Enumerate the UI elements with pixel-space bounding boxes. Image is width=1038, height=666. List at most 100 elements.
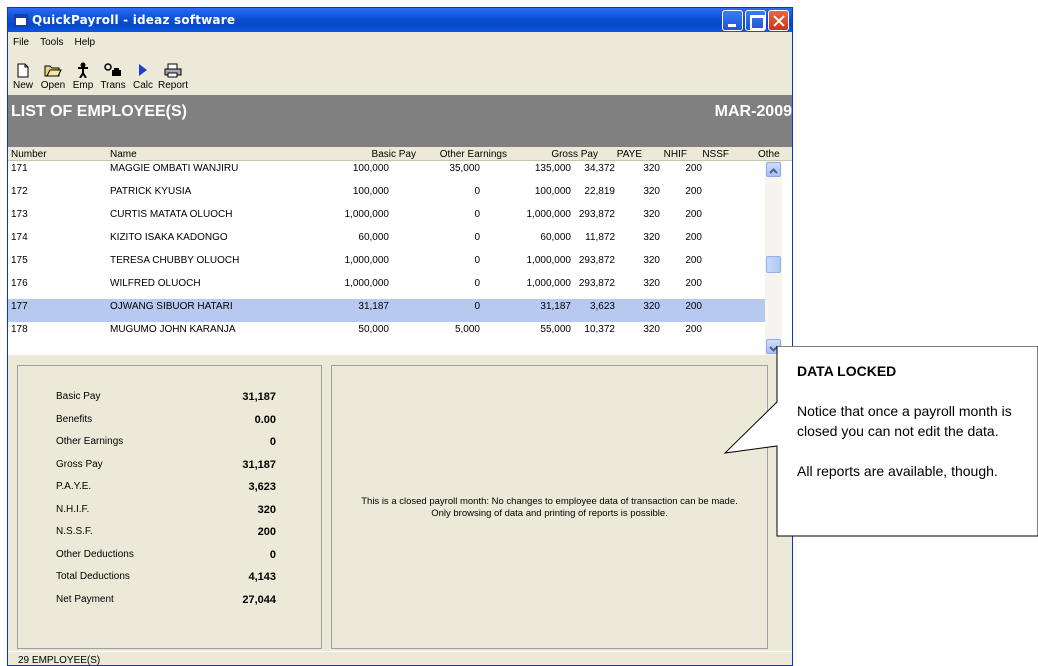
close-button[interactable] bbox=[768, 10, 789, 31]
col-other-earnings[interactable]: Other Earnings bbox=[440, 149, 507, 160]
cell-basic-pay: 31,187 bbox=[358, 301, 389, 312]
summary-label: Basic Pay bbox=[56, 391, 101, 402]
table-row[interactable]: 173 CURTIS MATATA OLUOCH 1,000,000 0 1,000,0… bbox=[8, 207, 765, 230]
cell-name: CURTIS MATATA OLUOCH bbox=[110, 209, 233, 220]
menu-help[interactable]: Help bbox=[69, 37, 101, 48]
transactions-icon bbox=[104, 62, 122, 78]
cell-nssf: 200 bbox=[685, 278, 702, 289]
cell-name: OJWANG SIBUOR HATARI bbox=[110, 301, 233, 312]
cell-number: 174 bbox=[11, 232, 28, 243]
menu-tools[interactable]: Tools bbox=[35, 37, 69, 48]
cell-nhif: 320 bbox=[643, 209, 660, 220]
table-row[interactable]: 174 KIZITO ISAKA KADONGO 60,000 0 60,000 11,8… bbox=[8, 230, 765, 253]
open-button[interactable]: Open bbox=[38, 51, 68, 91]
col-number[interactable]: Number bbox=[11, 149, 47, 160]
scroll-up-button[interactable] bbox=[766, 162, 781, 177]
open-label: Open bbox=[40, 80, 66, 91]
cell-gross-pay: 1,000,000 bbox=[526, 255, 572, 266]
summary-row: Basic Pay 31,187 bbox=[56, 391, 276, 405]
col-paye[interactable]: PAYE bbox=[617, 149, 642, 160]
cell-paye: 293,872 bbox=[578, 278, 615, 289]
employee-grid[interactable]: Number Name Basic Pay Other Earnings Gro… bbox=[8, 147, 792, 355]
cell-basic-pay: 50,000 bbox=[358, 324, 389, 335]
cell-basic-pay: 1,000,000 bbox=[344, 255, 390, 266]
cell-basic-pay: 1,000,000 bbox=[344, 209, 390, 220]
cell-number: 177 bbox=[11, 301, 28, 312]
cell-paye: 10,372 bbox=[584, 324, 615, 335]
cell-name: MAGGIE OMBATI WANJIRU bbox=[110, 163, 239, 174]
cell-name: PATRICK KYUSIA bbox=[110, 186, 192, 197]
summary-row: P.A.Y.E. 3,623 bbox=[56, 481, 276, 495]
period-label: MAR-2009 bbox=[714, 103, 792, 120]
cell-nhif: 320 bbox=[643, 324, 660, 335]
col-other[interactable]: Othe bbox=[758, 149, 780, 160]
cell-basic-pay: 100,000 bbox=[352, 186, 389, 197]
calc-button[interactable]: Calc bbox=[128, 51, 158, 91]
summary-label: Total Deductions bbox=[56, 571, 130, 582]
summary-value: 200 bbox=[257, 526, 276, 538]
cell-nssf: 200 bbox=[685, 163, 702, 174]
summary-label: N.S.S.F. bbox=[56, 526, 93, 537]
title-bar[interactable]: QuickPayroll - ideaz software bbox=[8, 8, 792, 32]
minimize-button[interactable] bbox=[722, 10, 743, 31]
report-label: Report bbox=[158, 80, 189, 91]
vertical-scrollbar[interactable] bbox=[765, 161, 782, 355]
callout-paragraph-1: Notice that once a payroll month is clos… bbox=[797, 403, 1012, 439]
summary-value: 31,187 bbox=[242, 391, 276, 403]
summary-value: 27,044 bbox=[242, 593, 276, 606]
summary-label: Net Payment bbox=[56, 593, 114, 605]
summary-row: Gross Pay 31,187 bbox=[56, 459, 276, 473]
cell-nssf: 200 bbox=[685, 186, 702, 197]
table-row[interactable]: 175 TERESA CHUBBY OLUOCH 1,000,000 0 1,000,0… bbox=[8, 253, 765, 276]
cell-other-earnings: 35,000 bbox=[449, 163, 480, 174]
cell-name: MUGUMO JOHN KARANJA bbox=[110, 324, 236, 335]
cell-paye: 34,372 bbox=[584, 163, 615, 174]
col-gross-pay[interactable]: Gross Pay bbox=[551, 149, 598, 160]
cell-nssf: 200 bbox=[685, 324, 702, 335]
closed-month-message-line1: This is a closed payroll month: No chang… bbox=[361, 496, 738, 507]
summary-value: 0.00 bbox=[254, 413, 276, 426]
table-row[interactable]: 171 MAGGIE OMBATI WANJIRU 100,000 35,000 135… bbox=[8, 161, 765, 184]
cell-name: WILFRED OLUOCH bbox=[110, 278, 201, 289]
summary-value: 31,187 bbox=[242, 458, 276, 471]
col-basic-pay[interactable]: Basic Pay bbox=[372, 149, 416, 160]
summary-label: Gross Pay bbox=[56, 458, 103, 470]
table-row[interactable]: 177 OJWANG SIBUOR HATARI 31,187 0 31,187 3,62… bbox=[8, 299, 765, 322]
cell-gross-pay: 60,000 bbox=[540, 232, 571, 243]
menu-bar: File Tools Help bbox=[8, 33, 792, 51]
col-name[interactable]: Name bbox=[110, 149, 137, 160]
maximize-button[interactable] bbox=[745, 10, 766, 31]
menu-file[interactable]: File bbox=[8, 37, 35, 48]
cell-other-earnings: 5,000 bbox=[454, 324, 480, 335]
summary-row: Other Deductions 0 bbox=[56, 549, 276, 563]
emp-button[interactable]: Emp bbox=[68, 51, 98, 91]
scroll-thumb[interactable] bbox=[766, 256, 781, 273]
cell-paye: 3,623 bbox=[589, 301, 615, 312]
col-nssf[interactable]: NSSF bbox=[702, 149, 729, 160]
report-button[interactable]: Report bbox=[158, 51, 188, 91]
col-nhif[interactable]: NHIF bbox=[664, 149, 687, 160]
window-title: QuickPayroll - ideaz software bbox=[32, 13, 236, 27]
cell-number: 175 bbox=[11, 255, 28, 266]
cell-gross-pay: 1,000,000 bbox=[526, 278, 572, 289]
cell-paye: 11,872 bbox=[585, 232, 615, 243]
new-button[interactable]: New bbox=[8, 51, 38, 91]
table-row[interactable]: 176 WILFRED OLUOCH 1,000,000 0 1,000,000 293,… bbox=[8, 276, 765, 299]
summary-panel: Basic Pay 31,187 Benefits 0.00 Other Earning… bbox=[17, 365, 322, 649]
cell-other-earnings: 0 bbox=[474, 186, 480, 197]
column-headers: Number Name Basic Pay Other Earnings Gro… bbox=[8, 147, 792, 161]
cell-number: 178 bbox=[11, 324, 28, 335]
cell-paye: 22,819 bbox=[584, 186, 615, 197]
table-row[interactable]: 172 PATRICK KYUSIA 100,000 0 100,000 22,819 32… bbox=[8, 184, 765, 207]
cell-paye: 293,872 bbox=[578, 209, 615, 220]
trans-button[interactable]: Trans bbox=[98, 51, 128, 91]
cell-gross-pay: 55,000 bbox=[540, 324, 571, 335]
message-panel: This is a closed payroll month: No chang… bbox=[331, 365, 768, 649]
cell-basic-pay: 60,000 bbox=[358, 232, 389, 243]
cell-other-earnings: 0 bbox=[474, 278, 480, 289]
cell-other-earnings: 0 bbox=[474, 301, 480, 312]
cell-name: KIZITO ISAKA KADONGO bbox=[110, 232, 228, 243]
table-row[interactable]: 178 MUGUMO JOHN KARANJA 50,000 5,000 55,000 1… bbox=[8, 322, 765, 345]
summary-row: Net Payment 27,044 bbox=[56, 594, 276, 608]
summary-row: N.H.I.F. 320 bbox=[56, 504, 276, 518]
